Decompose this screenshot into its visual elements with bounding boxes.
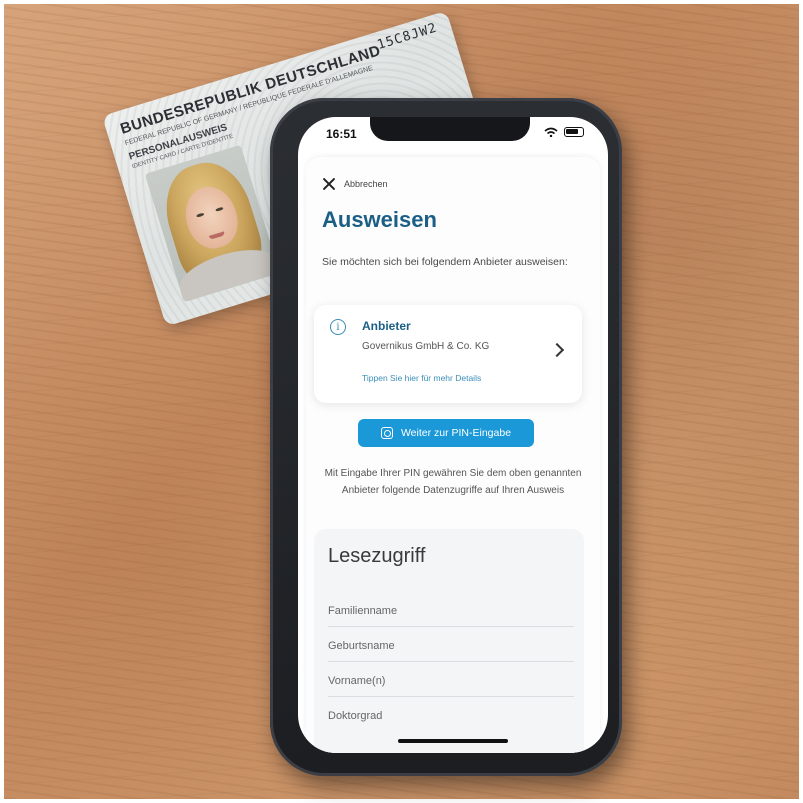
read-access-title: Lesezugriff [328, 545, 426, 567]
home-indicator[interactable] [398, 739, 508, 743]
cancel-label: Abbrechen [344, 179, 388, 189]
provider-name: Governikus GmbH & Co. KG [362, 341, 490, 352]
status-time: 16:51 [326, 127, 357, 141]
provider-card[interactable]: i Anbieter Governikus GmbH & Co. KG Tipp… [314, 305, 582, 403]
provider-label: Anbieter [362, 319, 411, 333]
chevron-right-icon [549, 342, 565, 358]
status-icons [544, 127, 584, 137]
card-portrait [144, 144, 280, 303]
ausweisen-sheet: Abbrechen Ausweisen Sie möchten sich bei… [306, 157, 600, 753]
card-number: 15C8JW2 [375, 20, 440, 53]
continue-to-pin-label: Weiter zur PIN-Eingabe [400, 427, 512, 439]
read-access-section: Lesezugriff Familienname Geburtsname Vor… [314, 529, 584, 753]
cancel-button[interactable]: Abbrechen [322, 177, 388, 191]
read-access-field: Vorname(n) [328, 663, 574, 697]
read-access-field: Familienname [328, 593, 574, 627]
intro-text: Sie möchten sich bei folgendem Anbieter … [322, 256, 568, 268]
close-icon [322, 177, 336, 191]
page-title: Ausweisen [322, 207, 437, 232]
continue-to-pin-button[interactable]: Weiter zur PIN-Eingabe [358, 419, 534, 447]
pin-entry-icon [380, 427, 393, 439]
info-icon: i [330, 319, 346, 335]
wifi-icon [544, 127, 558, 137]
phone-screen: 16:51 Abbrechen Ausweisen Sie möchten si… [298, 117, 608, 753]
read-access-field: Geburtsname [328, 628, 574, 662]
consent-text: Mit Eingabe Ihrer PIN gewähren Sie dem o… [324, 468, 582, 496]
phone-notch [370, 117, 530, 141]
provider-details-link[interactable]: Tippen Sie hier für mehr Details [362, 373, 481, 383]
battery-icon [564, 127, 584, 137]
read-access-field: Doktorgrad [328, 710, 383, 722]
